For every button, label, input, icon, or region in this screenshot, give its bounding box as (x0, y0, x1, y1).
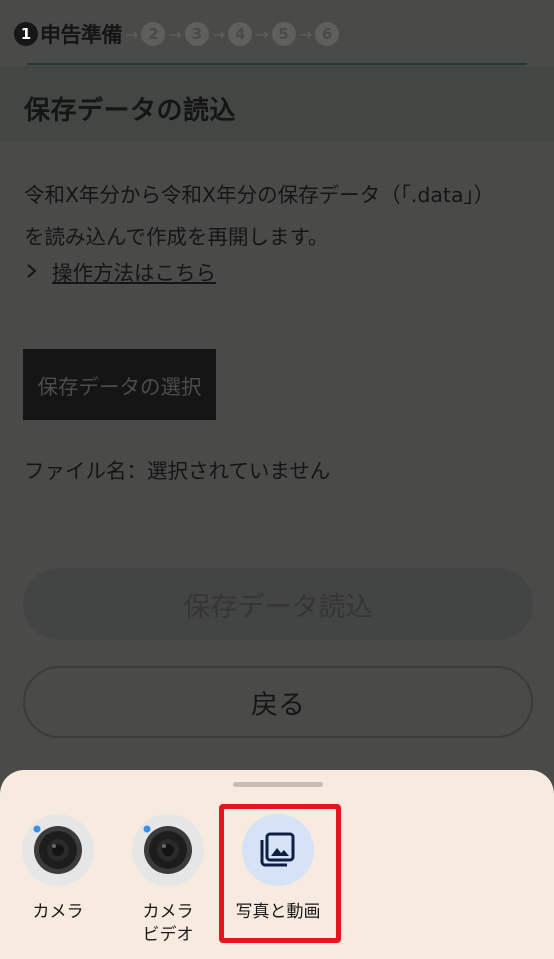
app-camera-video[interactable]: カメラ ビデオ (113, 814, 223, 946)
step-5-number: 5 (271, 22, 296, 46)
sheet-drag-handle[interactable] (233, 782, 323, 787)
app-camera[interactable]: カメラ (3, 814, 113, 923)
help-link[interactable]: 操作方法はこちら (52, 256, 216, 286)
select-saved-data-button[interactable]: 保存データの選択 (23, 349, 216, 420)
camera-icon (132, 814, 204, 886)
step-arrow-icon: → (125, 24, 139, 44)
description-line-2: を読み込んで作成を再開します。 (24, 225, 329, 249)
highlight-box (219, 804, 341, 943)
step-6-number: 6 (315, 22, 340, 46)
step-arrow-icon: → (211, 24, 226, 44)
app-camera-video-label: カメラ ビデオ (113, 900, 223, 946)
step-arrow-icon: → (255, 24, 269, 44)
filename-status: ファイル名：選択されていません (24, 459, 331, 483)
back-button[interactable]: 戻る (23, 666, 533, 738)
camera-icon (22, 814, 94, 886)
description-line-1: 令和X年分から令和X年分の保存データ（「.data」） (24, 183, 495, 207)
app-camera-label: カメラ (32, 902, 84, 921)
step-3-number: 3 (184, 22, 209, 46)
step-1-number: 1 (14, 22, 38, 46)
step-arrow-icon: → (298, 24, 313, 44)
app-camera-video-label-line2: ビデオ (142, 925, 194, 944)
app-camera-video-label-line1: カメラ (142, 902, 194, 921)
load-saved-data-button[interactable]: 保存データ読込 (23, 568, 533, 640)
step-1: 1 申告準備 (14, 19, 123, 49)
description: 令和X年分から令和X年分の保存データ（「.data」） を読み込んで作成を再開し… (24, 174, 534, 258)
chevron-right-icon (27, 264, 37, 278)
progress-divider (27, 63, 527, 65)
step-arrow-icon: → (168, 24, 182, 44)
page-title: 保存データの読込 (24, 96, 237, 126)
help-link-row[interactable]: 操作方法はこちら (26, 256, 216, 286)
progress-steps: 1 申告準備 → 2 → 3 → 4 → 5 → 6 (14, 18, 340, 50)
step-4-number: 4 (228, 22, 253, 46)
step-1-label: 申告準備 (40, 23, 123, 47)
step-2-number: 2 (141, 22, 166, 46)
